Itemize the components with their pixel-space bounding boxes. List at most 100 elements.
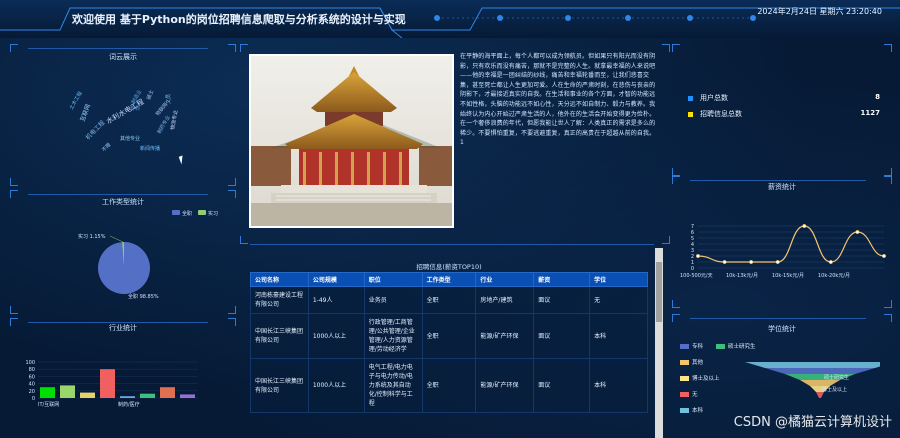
education-legend-item[interactable]: 无 (680, 390, 698, 398)
table-row[interactable]: 中国长江三峡集团有限公司 1000人以上 电气工程/电力电子与电力传动/电力系统及其… (250, 358, 648, 413)
line-x-tick: 10k-15k元/月 (772, 273, 804, 279)
palace-photo (249, 54, 454, 228)
users-value: 8 (875, 93, 880, 101)
palace-illustration (251, 56, 452, 226)
panel-corner (672, 314, 680, 322)
industry-bar (140, 393, 155, 398)
table-cell: 行政管理/工商管理/公共管理/企业管理/人力资源管理/劳动经济学 (363, 313, 423, 359)
table-cell: 面议 (533, 358, 591, 413)
bar-y-tick: 80 (29, 367, 35, 373)
panel-corner (240, 44, 248, 52)
table-header-cell[interactable]: 行业 (475, 272, 535, 287)
bar-y-tick: 60 (29, 374, 35, 380)
table-header-cell[interactable]: 薪资 (533, 272, 591, 287)
table-cell: 电气工程/电力电子与电力传动/电力系统及其自动化/控制科学与工程 (363, 358, 423, 413)
line-y-tick: 0 (691, 266, 694, 272)
salary-point (722, 260, 727, 264)
table-header-cell[interactable]: 公司规模 (307, 272, 365, 287)
pie-data-label: 全职 98.85% (128, 293, 159, 300)
legend-label: 本科 (692, 408, 704, 414)
table-scrollbar[interactable] (655, 248, 663, 438)
line-y-tick: 1 (691, 260, 694, 266)
legend-swatch (680, 408, 689, 413)
wordcloud-word: 专科 (130, 105, 140, 112)
education-funnel-chart: 硕士研究生博士及以上 (745, 362, 880, 398)
industry-bar (40, 387, 55, 398)
table-cell: 能源/矿产环保 (475, 358, 535, 413)
table-cell: 本科 (589, 358, 648, 413)
education-legend-item[interactable]: 博士及以上 (680, 374, 720, 382)
table-header-cell[interactable]: 学位 (589, 272, 648, 287)
header-bar: 欢迎使用 基于Python的岗位招聘信息爬取与分析系统的设计与实现 2024年2… (0, 0, 900, 38)
legend-label: 无 (692, 392, 698, 398)
legend-label: 其他 (692, 360, 704, 366)
panel-divider (250, 244, 654, 245)
table-header-cell[interactable]: 职位 (363, 272, 423, 287)
table-cell: 中国长江三峡集团有限公司 (250, 358, 309, 413)
education-legend-item[interactable]: 专科 (680, 342, 703, 350)
table-header-cell[interactable]: 公司名称 (250, 272, 309, 287)
table-cell: 面议 (533, 286, 591, 314)
table-cell: 能源/矿产环保 (475, 313, 535, 359)
legend-label: 博士及以上 (692, 376, 720, 382)
line-x-tick: 10k-13k元/月 (726, 273, 758, 279)
jobs-table-container[interactable]: 公司名称 公司规模 职位 工作类型 行业 薪资 学位 河南栋豪建设工程有限公司 1-49人 业务… (250, 272, 648, 438)
line-y-tick: 5 (691, 236, 694, 242)
wordcloud-title: 词云展示 (109, 53, 137, 61)
panel-corner (10, 306, 18, 314)
panel-corner (672, 168, 680, 176)
panel-corner (10, 178, 18, 186)
table-cell: 1000人以上 (307, 358, 365, 413)
bar-y-tick: 0 (32, 396, 35, 402)
users-dot-icon (688, 96, 693, 101)
industry-bar (180, 394, 195, 398)
panel-corner (884, 44, 892, 52)
funnel-label: 博士及以上 (822, 386, 847, 393)
panel-divider (690, 318, 866, 319)
salary-point (749, 260, 754, 264)
table-cell: 房地产/建筑 (475, 286, 535, 314)
watermark: CSDN @橘猫云计算机设计 (733, 415, 892, 430)
table-cell: 全职 (421, 313, 477, 359)
salary-point (802, 224, 807, 228)
wordcloud-word: 互联网 (78, 103, 92, 123)
line-y-tick: 6 (691, 230, 694, 236)
table-row[interactable]: 河南栋豪建设工程有限公司 1-49人 业务员 全职 房地产/建筑 面议无 (250, 286, 648, 314)
table-row[interactable]: 中国长江三峡集团有限公司 1000人以上 行政管理/工商管理/公共管理/企业管理/人… (250, 313, 648, 359)
funnel-layer (745, 362, 880, 368)
education-legend-item[interactable]: 硕士研究生 (716, 342, 756, 350)
table-cell: 1000人以上 (307, 313, 365, 359)
panel-corner (10, 44, 18, 52)
table-header-cell[interactable]: 工作类型 (421, 272, 477, 287)
wordcloud-word: 土木工程 (68, 90, 84, 111)
line-y-tick: 4 (691, 242, 694, 248)
panel-divider (690, 180, 866, 181)
panel-corner (884, 300, 892, 308)
panel-corner (884, 168, 892, 176)
table-cell: 面议 (533, 313, 591, 359)
jobs-value: 1127 (860, 109, 880, 117)
panel-corner (672, 44, 680, 52)
panel-corner (884, 314, 892, 322)
datetime-display: 2024年2月24日 星期六 23:20:40 (757, 7, 882, 16)
line-x-tick: 100-500元/天 (680, 273, 713, 279)
line-y-tick: 2 (691, 254, 694, 260)
pie-label-line (109, 235, 124, 243)
jobtype-pie-chart: 全职 实习 实习 1.15% 全职 98.85% (78, 210, 218, 300)
wordcloud-word: 硕士 (145, 89, 155, 101)
line-y-tick: 7 (691, 224, 694, 230)
industry-bar-chart: 02040 6080100 IT/互联网 制药/医疗 (25, 360, 198, 408)
wordcloud-word: 新闻传播 (140, 145, 160, 152)
scrollbar-thumb[interactable] (656, 262, 662, 322)
education-legend-item[interactable]: 本科 (680, 406, 703, 414)
users-label: 用户总数 (700, 94, 728, 102)
line-y-tick: 3 (691, 248, 694, 254)
education-legend-item[interactable]: 其他 (680, 358, 703, 366)
salary-point (828, 260, 833, 264)
industry-bar (60, 385, 75, 398)
table-cell: 全职 (421, 358, 477, 413)
bar-y-tick: 40 (29, 382, 35, 388)
table-header-row: 公司名称 公司规模 职位 工作类型 行业 薪资 学位 (250, 272, 648, 287)
salary-point (882, 254, 886, 258)
industry-bar (160, 387, 175, 398)
